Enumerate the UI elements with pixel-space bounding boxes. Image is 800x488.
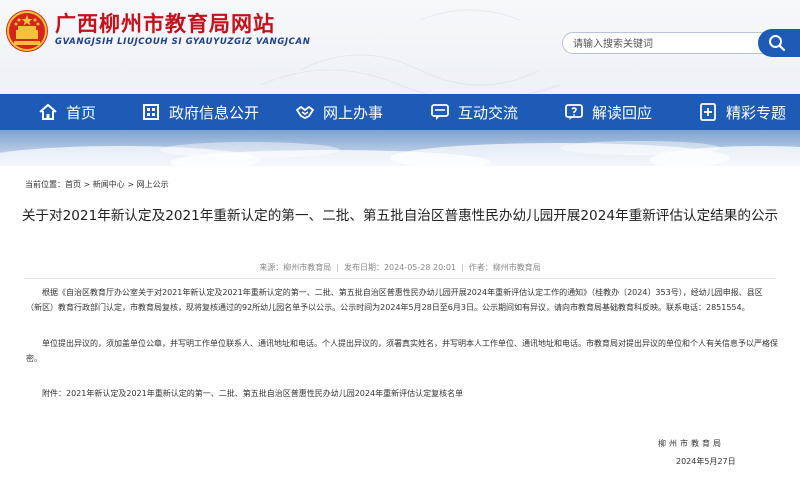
site-header: 广西柳州市教育局网站 GVANGJSIH LIUJCOUH SI GYAUYUZ…: [0, 0, 800, 94]
site-title[interactable]: 广西柳州市教育局网站: [55, 8, 275, 38]
building-icon: [143, 104, 159, 120]
meta-separator: |: [461, 263, 464, 272]
attachment-link[interactable]: 附件：2021年新认定及2021年重新认定的第一、二批、第五批自治区普惠性民办幼…: [42, 388, 463, 399]
meta-date: 2024-05-28 20:01: [383, 263, 457, 272]
breadcrumb-home[interactable]: 首页: [65, 180, 81, 189]
meta-author: 柳州市教育局: [492, 263, 541, 272]
breadcrumb-news[interactable]: 新闻中心: [93, 180, 125, 189]
paragraph-1-text: 根据《自治区教育厅办公室关于对2021年新认定及2021年重新认定的第一、二批、…: [26, 288, 763, 312]
chat-icon: [431, 104, 449, 120]
nav-label-gov-info: 政府信息公开: [169, 103, 260, 122]
search-icon: [769, 35, 786, 52]
article-paragraph: 根据《自治区教育厅办公室关于对2021年新认定及2021年重新认定的第一、二批、…: [26, 285, 778, 315]
article-title: 关于对2021年新认定及2021年重新认定的第一、二批、第五批自治区普惠性民办幼…: [21, 208, 779, 224]
signature-date: 2024年5月27日: [676, 457, 736, 466]
breadcrumb: 当前位置：首页 > 新闻中心 > 网上公示: [25, 179, 169, 190]
nav-item-online-service[interactable]: 网上办事: [295, 94, 383, 130]
nav-item-home[interactable]: 首页: [38, 94, 96, 130]
home-icon: [39, 103, 57, 120]
nav-item-interpretation[interactable]: 解读回应: [564, 94, 652, 130]
qa-icon: [565, 104, 583, 120]
nav-label-interpretation: 解读回应: [592, 103, 653, 122]
cloud-decoration: [0, 141, 800, 166]
nav-item-topics[interactable]: 精彩专题: [698, 94, 786, 130]
handshake-icon: [295, 105, 315, 120]
nav-label-online-service: 网上办事: [323, 103, 384, 122]
meta-separator: |: [336, 263, 339, 272]
search-button[interactable]: [758, 29, 800, 57]
site-subtitle: GVANGJSIH LIUJCOUH SI GYAUYUZGIZ VANGJCA…: [55, 37, 311, 47]
meta-divider: [24, 278, 776, 279]
nav-item-gov-info[interactable]: 政府信息公开: [141, 94, 259, 130]
paragraph-2-text: 单位提出异议的，须加盖单位公章，并写明工作单位联系人、通讯地址和电话。个人提出异…: [26, 339, 778, 363]
banner-image: [0, 130, 800, 166]
breadcrumb-separator: >: [124, 180, 137, 189]
breadcrumb-prefix: 当前位置：: [25, 180, 65, 189]
breadcrumb-separator: >: [81, 180, 93, 189]
breadcrumb-notice[interactable]: 网上公示: [137, 180, 169, 189]
nav-label-topics: 精彩专题: [726, 103, 787, 122]
meta-source: 柳州市教育局: [283, 263, 332, 272]
nav-item-interaction[interactable]: 互动交流: [430, 94, 518, 130]
meta-date-label: 发布日期：: [343, 263, 384, 272]
topic-icon: [700, 103, 716, 121]
nav-label-interaction: 互动交流: [458, 103, 519, 122]
main-nav: 首页 政府信息公开 网上办事 互动交流 解读回应 精彩专题: [0, 94, 800, 130]
signature-organization: 柳州市教育局: [658, 439, 724, 448]
nav-label-home: 首页: [66, 103, 97, 122]
search-input[interactable]: [573, 36, 763, 52]
meta-source-label: 来源：: [259, 263, 284, 272]
article-paragraph: 单位提出异议的，须加盖单位公章，并写明工作单位联系人、通讯地址和电话。个人提出异…: [26, 336, 778, 366]
article-meta: 来源：柳州市教育局 | 发布日期：2024-05-28 20:01 | 作者：柳州市教育…: [0, 262, 800, 273]
national-emblem-icon: [6, 10, 48, 52]
meta-author-label: 作者：: [468, 263, 493, 272]
